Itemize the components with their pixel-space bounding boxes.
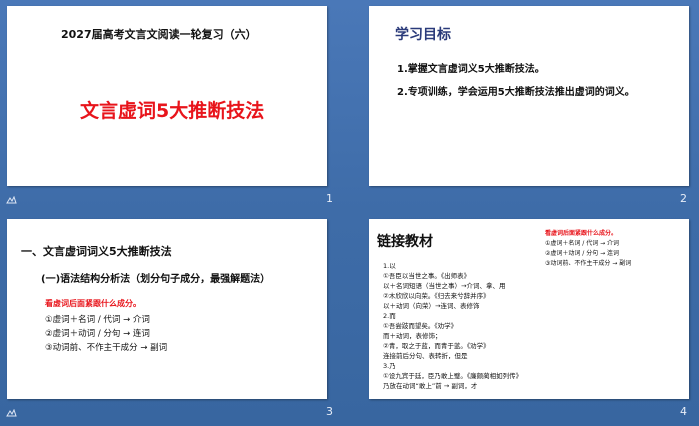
slide-canvas-3[interactable]: 一、文言虚词词义5大推断技法 (一)语法结构分析法（划分句子成分，最强解题法） … [7, 219, 327, 399]
slide-4-line: 以＋动词（向荣）→连词、表修饰 [383, 302, 480, 310]
slide-4-line: 乃放在动词“敢上”前 → 副词，才 [383, 382, 478, 390]
slide-4-rule-2: ②虚词＋动词 / 分句 → 连词 [545, 250, 620, 257]
slide-thumbnail-4[interactable]: 链接教材 看虚词后面紧跟什么成分。 ①虚词＋名词 / 代词 → 介词 ②虚词＋动… [350, 213, 699, 426]
slide-4-line: 3.乃 [383, 362, 396, 370]
slide-number-3: 3 [326, 405, 333, 418]
slide-4-heading: 链接教材 [377, 234, 433, 250]
slide-4-line: 而＋动词，表修饰； [383, 332, 442, 340]
slide-3-note: 看虚词后面紧跟什么成分。 [45, 299, 141, 308]
star-icon[interactable] [6, 409, 17, 418]
star-icon[interactable] [6, 196, 17, 205]
slide-4-note: 看虚词后面紧跟什么成分。 [545, 230, 618, 237]
slide-4-line: ①吾臣以当世之事。《出师表》 [383, 272, 471, 280]
slide-1-title: 文言虚词5大推断技法 [80, 100, 265, 122]
slide-number-1: 1 [326, 192, 333, 205]
slide-4-line: ①设九宾于廷，臣乃敢上璧。《廉颇蔺相如列传》 [383, 372, 523, 380]
slide-thumbnail-1[interactable]: 2027届高考文言文阅读一轮复习（六） 文言虚词5大推断技法 1 [0, 0, 349, 213]
slide-thumbnail-3[interactable]: 一、文言虚词词义5大推断技法 (一)语法结构分析法（划分句子成分，最强解题法） … [0, 213, 349, 426]
slide-4-line: 连接前后分句、表转折，但是 [383, 352, 468, 360]
slide-canvas-4[interactable]: 链接教材 看虚词后面紧跟什么成分。 ①虚词＋名词 / 代词 → 介词 ②虚词＋动… [369, 219, 689, 399]
slide-3-rule-3: ③动词前、不作主干成分 → 副词 [45, 343, 168, 353]
slide-4-line: 1.以 [383, 262, 396, 270]
slide-number-2: 2 [680, 192, 687, 205]
slide-1-subtitle: 2027届高考文言文阅读一轮复习（六） [61, 28, 257, 41]
slide-canvas-2[interactable]: 学习目标 1.掌握文言虚词义5大推断技法。 2.专项训练，学会运用5大推断技法推… [369, 6, 689, 186]
slide-4-rule-1: ①虚词＋名词 / 代词 → 介词 [545, 240, 620, 247]
slide-2-item-2: 2.专项训练，学会运用5大推断技法推出虚词的词义。 [397, 87, 635, 98]
slide-canvas-1[interactable]: 2027届高考文言文阅读一轮复习（六） 文言虚词5大推断技法 [7, 6, 327, 186]
slide-4-line: ②青，取之于蓝，而青于蓝。《劝学》 [383, 342, 490, 350]
slide-thumbnail-2[interactable]: 学习目标 1.掌握文言虚词义5大推断技法。 2.专项训练，学会运用5大推断技法推… [350, 0, 699, 213]
slide-4-line: 2.而 [383, 312, 396, 320]
slide-3-subheading: (一)语法结构分析法（划分句子成分，最强解题法） [41, 274, 271, 285]
slide-number-4: 4 [680, 405, 687, 418]
slide-2-item-1: 1.掌握文言虚词义5大推断技法。 [397, 64, 545, 75]
slide-4-line: 以＋名词短语（当世之事）→介词、拿、用 [383, 282, 506, 290]
slide-4-line: ②木欣欣以向荣。《归去来兮辞并序》 [383, 292, 490, 300]
slide-3-rule-2: ②虚词＋动词 / 分句 → 连词 [45, 329, 150, 339]
slide-4-rule-3: ③动词前、不作主干成分 → 副词 [545, 260, 632, 267]
slide-2-heading: 学习目标 [395, 27, 451, 43]
slide-3-rule-1: ①虚词＋名词 / 代词 → 介词 [45, 315, 150, 325]
slide-4-line: ①吾尝跂而望矣。《劝学》 [383, 322, 458, 330]
slide-3-heading: 一、文言虚词词义5大推断技法 [21, 245, 172, 258]
